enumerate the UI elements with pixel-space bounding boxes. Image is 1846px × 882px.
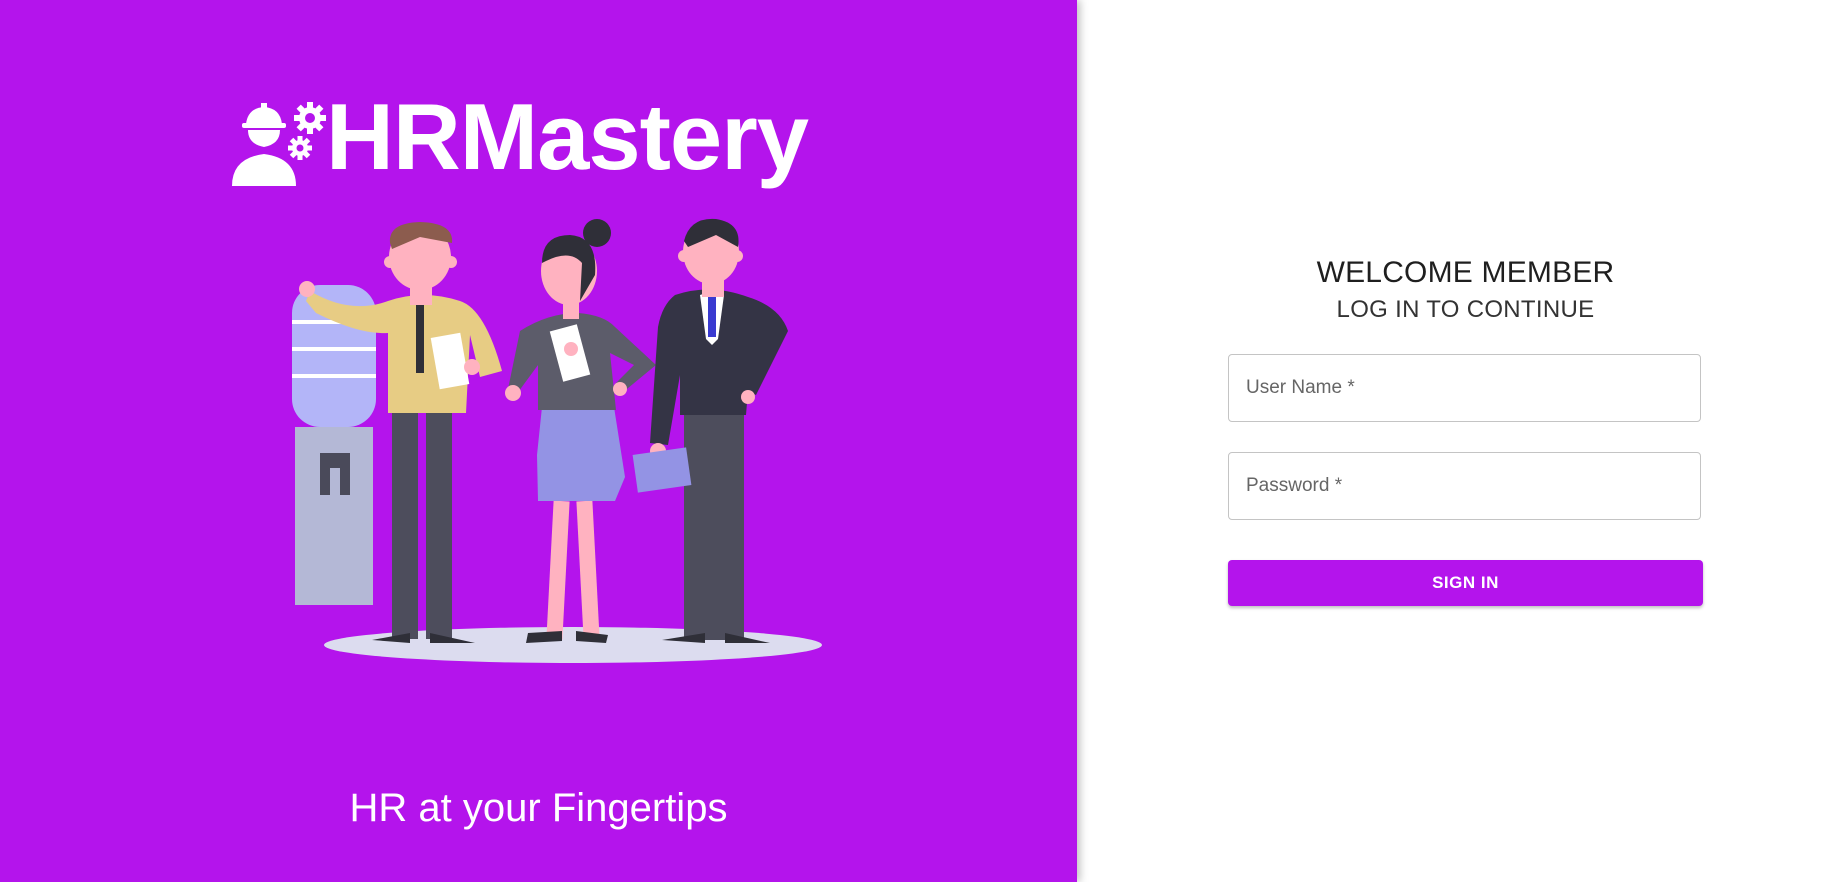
sign-in-button[interactable]: SIGN IN (1228, 560, 1703, 606)
tagline: HR at your Fingertips (349, 786, 728, 830)
brand-logo: HRMastery (232, 82, 809, 192)
username-field (1228, 354, 1701, 422)
brand-panel: HRMastery HR at your Fingertips (0, 0, 1077, 882)
welcome-title: WELCOME MEMBER (1316, 256, 1615, 289)
login-form: WELCOME MEMBER LOG IN TO CONTINUE SIGN I… (1228, 252, 1703, 606)
brand-name: HRMastery (326, 84, 809, 189)
office-team-illustration (292, 218, 822, 663)
password-input[interactable] (1229, 453, 1700, 519)
hr-worker-gears-icon (232, 102, 326, 186)
welcome-subtitle: LOG IN TO CONTINUE (1336, 296, 1595, 323)
password-field (1228, 452, 1701, 520)
username-input[interactable] (1229, 355, 1700, 421)
